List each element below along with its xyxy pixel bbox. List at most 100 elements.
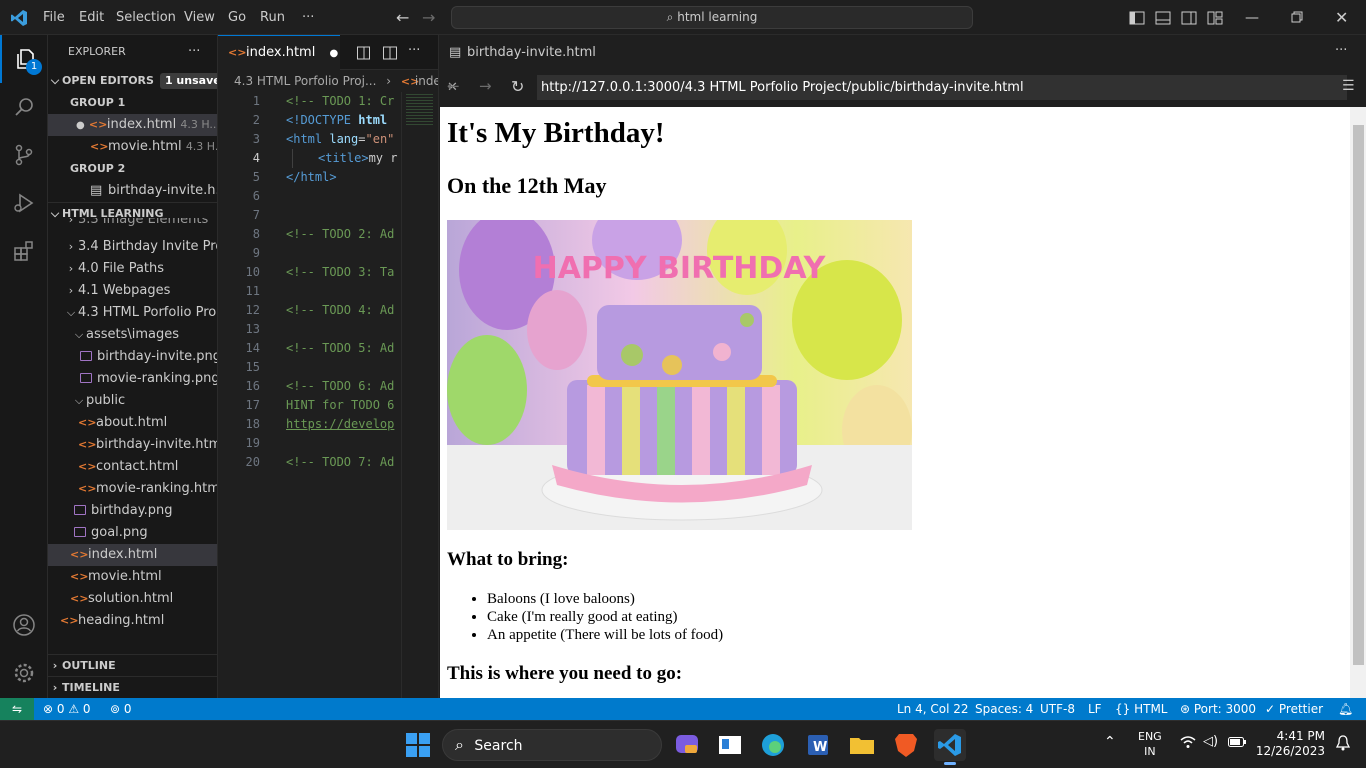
explorer-more-icon[interactable]: ···	[188, 41, 208, 63]
run-debug-icon[interactable]	[0, 179, 48, 227]
list-item: Baloons (I love baloons)	[487, 590, 723, 608]
explorer-icon[interactable]: 1	[0, 35, 48, 83]
manage-gear-icon[interactable]	[0, 649, 48, 697]
encoding[interactable]: UTF-8	[1040, 698, 1075, 720]
tab-birthday-invite[interactable]: ▤ birthday-invite.html ✕	[439, 35, 613, 95]
command-center-search[interactable]: ⌕ html learning	[451, 6, 973, 29]
nav-back-icon[interactable]: ←	[396, 10, 409, 26]
url-input[interactable]: http://127.0.0.1:3000/4.3 HTML Porfolio …	[537, 75, 1347, 100]
prettier-status[interactable]: ✓ Prettier	[1265, 698, 1323, 720]
tree-folder-assets[interactable]: ⌵ assets\images	[48, 324, 217, 346]
toggle-sidebar-icon[interactable]	[1129, 10, 1145, 26]
cursor-position[interactable]: Ln 4, Col 22	[897, 698, 969, 720]
vscode-taskbar-icon[interactable]	[934, 729, 966, 765]
tree-file-birthday-invite-png[interactable]: birthday-invite.png	[48, 346, 217, 368]
volume-icon[interactable]: ◁)	[1203, 734, 1218, 749]
source-control-icon[interactable]	[0, 131, 48, 179]
unsaved-dot-icon[interactable]: ●	[329, 48, 338, 59]
svg-text:W: W	[813, 740, 827, 755]
tree-file-birthday-png[interactable]: birthday.png	[48, 500, 217, 522]
input-language[interactable]: ENG IN	[1138, 729, 1162, 759]
ports-indicator[interactable]: ⊚ 0	[110, 698, 132, 720]
wifi-icon[interactable]	[1180, 735, 1196, 749]
open-editor-movie[interactable]: <>movie.html 4.3 H...	[48, 136, 217, 158]
menu-more[interactable]: ···	[302, 0, 314, 35]
code-line-20: <!-- TODO 7: Ad	[286, 455, 395, 469]
browser-menu-icon[interactable]: ☰	[1342, 78, 1355, 94]
toggle-panel-icon[interactable]	[1155, 10, 1171, 26]
menu-run[interactable]: Run	[260, 0, 285, 35]
toggle-secondary-sidebar-icon[interactable]	[1181, 10, 1197, 26]
tree-file-heading[interactable]: <>heading.html	[48, 610, 217, 632]
location-heading: This is where you need to go:	[447, 663, 683, 684]
brave-browser-icon[interactable]	[890, 729, 922, 761]
search-icon[interactable]	[0, 83, 48, 131]
tree-folder-4-1[interactable]: › 4.1 Webpages	[48, 280, 217, 302]
tree-file-movie-ranking-png[interactable]: movie-ranking.png	[48, 368, 217, 390]
news-app-icon[interactable]	[714, 729, 746, 761]
code-line-18-link[interactable]: https://develop	[286, 415, 394, 434]
minimap[interactable]	[401, 92, 437, 698]
live-server-port[interactable]: ⊛ Port: 3000	[1180, 698, 1256, 720]
tray-overflow-icon[interactable]: ⌃	[1104, 734, 1116, 750]
minimize-icon[interactable]: —	[1245, 10, 1259, 26]
browser-forward-icon[interactable]: →	[479, 77, 492, 95]
menu-edit[interactable]: Edit	[79, 0, 104, 35]
menu-file[interactable]: File	[43, 0, 65, 35]
file-explorer-icon[interactable]	[846, 729, 878, 761]
language-mode[interactable]: {} HTML	[1115, 698, 1168, 720]
browser-more-icon[interactable]: ···	[1335, 43, 1347, 58]
close-window-icon[interactable]: ✕	[1335, 8, 1348, 27]
clock[interactable]: 4:41 PM 12/26/2023	[1255, 729, 1325, 759]
page-scrollbar[interactable]	[1350, 107, 1366, 698]
open-editor-birthday-invite[interactable]: ▤ birthday-invite.h...	[48, 180, 217, 202]
split-editor-icon[interactable]	[382, 45, 398, 61]
editor-more-icon[interactable]: ···	[408, 43, 420, 58]
open-editors-header[interactable]: ⌵OPEN EDITORS1 unsaved	[48, 70, 217, 92]
tree-file-goal-png[interactable]: goal.png	[48, 522, 217, 544]
open-preview-icon[interactable]	[356, 45, 372, 61]
menu-go[interactable]: Go	[228, 0, 246, 35]
line-ending[interactable]: LF	[1088, 698, 1102, 720]
taskbar-search[interactable]: ⌕ Search	[442, 729, 662, 761]
tree-file-contact[interactable]: <>contact.html	[48, 456, 217, 478]
tree-file-movie[interactable]: <>movie.html	[48, 566, 217, 588]
open-editor-index[interactable]: ● <>index.html 4.3 H...	[48, 114, 217, 136]
restore-icon[interactable]	[1291, 11, 1303, 23]
tree-file-about[interactable]: <>about.html	[48, 412, 217, 434]
indentation[interactable]: Spaces: 4	[975, 698, 1033, 720]
accounts-icon[interactable]	[0, 601, 48, 649]
timeline-header[interactable]: › TIMELINE	[48, 676, 217, 698]
copilot-app-icon[interactable]	[671, 729, 703, 761]
outline-header[interactable]: › OUTLINE	[48, 654, 217, 676]
tree-folder-4-0[interactable]: › 4.0 File Paths	[48, 258, 217, 280]
breadcrumb[interactable]: 4.3 HTML Porfolio Proj... › <>inde	[218, 70, 438, 92]
windows-start-icon[interactable]	[402, 729, 434, 761]
customize-layout-icon[interactable]	[1207, 10, 1223, 26]
notifications-bell-icon[interactable]: 🔔︎	[1338, 698, 1353, 720]
extensions-icon[interactable]	[0, 227, 48, 275]
battery-icon[interactable]	[1228, 737, 1246, 747]
tree-folder-3-4[interactable]: ›3.4 Birthday Invite Pro...	[48, 236, 217, 258]
tree-folder-4-3[interactable]: ⌵ 4.3 HTML Porfolio Pro...	[48, 302, 217, 324]
windows-taskbar: ⌕ Search W ⌃ ENG IN ◁) 4:41 PM 12/26/2023	[0, 720, 1366, 768]
menu-selection[interactable]: Selection	[116, 0, 176, 35]
tree-file-index[interactable]: <>index.html	[48, 544, 217, 566]
tree-file-movie-ranking[interactable]: <>movie-ranking.html	[48, 478, 217, 500]
edge-browser-icon[interactable]	[757, 729, 789, 761]
code-area[interactable]: 1 2 3 4 5 6 7 8 9 10 11 12 13 14 15 16 1…	[218, 92, 438, 698]
tree-folder-public[interactable]: ⌵ public	[48, 390, 217, 412]
reload-icon[interactable]: ↻	[511, 77, 524, 96]
scrollbar-thumb[interactable]	[1353, 125, 1364, 665]
problems-indicator[interactable]: ⊗ 0 ⚠ 0	[43, 698, 91, 720]
word-app-icon[interactable]: W	[802, 729, 834, 761]
notification-center-bell-icon[interactable]	[1336, 735, 1350, 751]
menu-view[interactable]: View	[184, 0, 215, 35]
nav-forward-icon[interactable]: →	[422, 10, 435, 26]
tree-file-solution[interactable]: <>solution.html	[48, 588, 217, 610]
tree-folder-3-3[interactable]: › 3.3 Image Elements	[48, 218, 217, 230]
tree-file-birthday-invite[interactable]: <>birthday-invite.html	[48, 434, 217, 456]
browser-back-icon[interactable]: ←	[447, 77, 460, 95]
tab-index-html[interactable]: <>index.html ●	[218, 35, 340, 70]
remote-indicator-icon[interactable]: ⇋	[0, 698, 34, 720]
